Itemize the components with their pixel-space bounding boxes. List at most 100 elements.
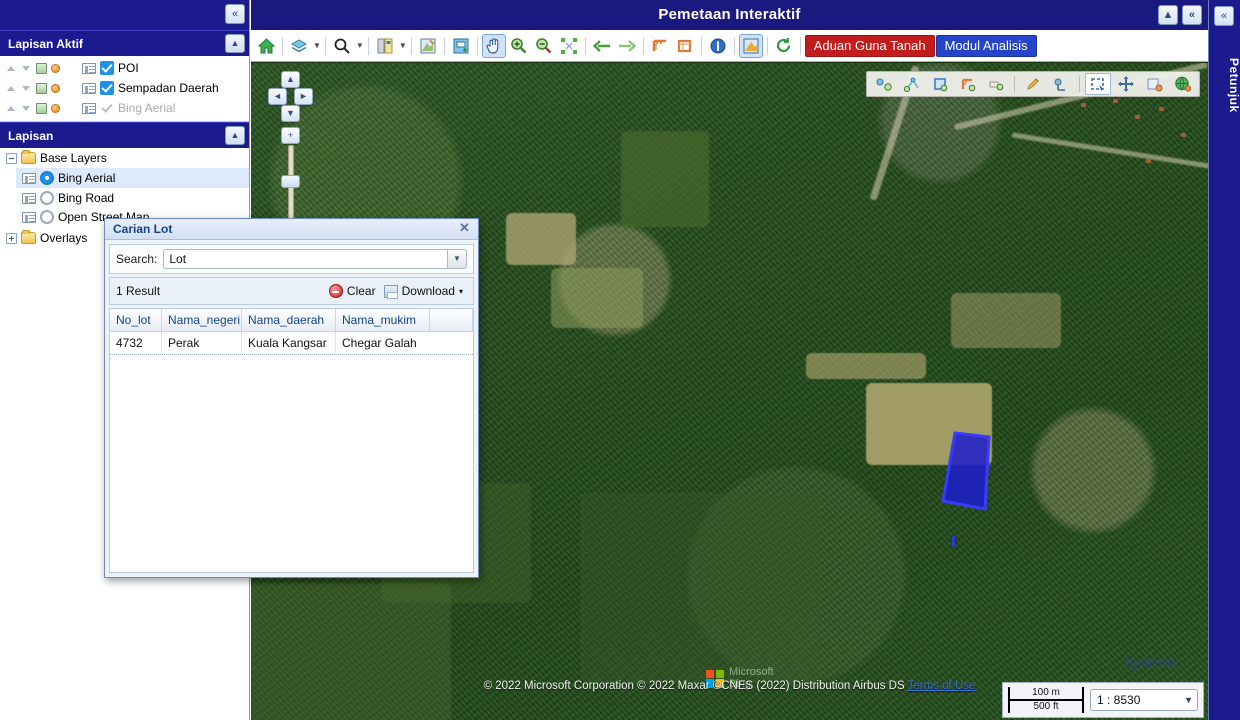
column-header-nama-mukim[interactable]: Nama_mukim	[336, 309, 430, 331]
chevron-down-icon[interactable]: ▼	[1184, 695, 1193, 705]
move-layer-down-icon[interactable]	[21, 63, 32, 74]
layer-attributes-icon[interactable]	[82, 102, 96, 114]
draw-polygon-icon[interactable]	[927, 73, 953, 95]
bookmark-icon[interactable]	[373, 34, 397, 58]
draw-rectangle-icon[interactable]	[955, 73, 981, 95]
base-layer-radio[interactable]	[40, 171, 54, 185]
globe-icon[interactable]	[1169, 73, 1195, 95]
chevron-down-icon[interactable]: ▾	[459, 287, 463, 296]
search-input[interactable]	[163, 249, 447, 269]
tree-node-bing-aerial[interactable]: Bing Aerial	[16, 168, 249, 188]
active-layer-row[interactable]: Bing Aerial	[0, 98, 249, 118]
expand-legend-panel-button[interactable]: «	[1214, 6, 1234, 26]
tree-node-label: Bing Aerial	[58, 171, 116, 185]
layer-visibility-checkbox[interactable]	[100, 101, 114, 115]
zoom-in-button[interactable]: +	[281, 127, 300, 144]
layer-options-icon[interactable]	[51, 63, 60, 73]
collapse-right-panel-button[interactable]: «	[1182, 5, 1202, 25]
active-layer-label: Bing Aerial	[118, 101, 176, 115]
base-layer-radio[interactable]	[40, 191, 54, 205]
expander-plus-icon[interactable]	[6, 232, 17, 244]
layer-style-icon[interactable]	[36, 82, 47, 94]
table-row[interactable]: 4732 Perak Kuala Kangsar Chegar Galah	[110, 332, 473, 355]
move-layer-up-icon[interactable]	[6, 103, 17, 114]
selection-box-icon[interactable]	[1085, 73, 1111, 95]
terms-of-use-link[interactable]: Terms of Use	[908, 680, 976, 692]
legend-icon[interactable]	[416, 34, 440, 58]
active-layer-row[interactable]: POI	[0, 58, 249, 78]
layer-options-icon[interactable]	[51, 83, 60, 93]
pan-left-button[interactable]: ◄	[268, 88, 287, 105]
delete-feature-icon[interactable]	[1141, 73, 1167, 95]
clear-button[interactable]: Clear	[325, 284, 380, 298]
toolbar-separator	[642, 36, 644, 55]
layers-collapse-toggle[interactable]: ▲	[225, 126, 245, 145]
column-header-nama-daerah[interactable]: Nama_daerah	[242, 309, 336, 331]
collapse-left-panel-button[interactable]: «	[225, 4, 245, 24]
move-layer-down-icon[interactable]	[21, 83, 32, 94]
layer-visibility-checkbox[interactable]	[100, 61, 114, 75]
map-panel-toggle[interactable]: ▲	[1158, 5, 1178, 25]
refresh-icon[interactable]	[772, 34, 796, 58]
chevron-down-icon[interactable]: ▼	[447, 249, 467, 269]
move-layer-up-icon[interactable]	[6, 83, 17, 94]
chevron-down-icon[interactable]: ▼	[399, 41, 407, 50]
chevron-down-icon[interactable]: ▼	[313, 41, 321, 50]
print-icon[interactable]	[449, 34, 473, 58]
layer-attributes-icon[interactable]	[82, 62, 96, 74]
layers-icon[interactable]	[287, 34, 311, 58]
close-icon[interactable]: ✕	[457, 221, 472, 236]
draw-freehand-icon[interactable]	[983, 73, 1009, 95]
dialog-title-bar[interactable]: Carian Lot ✕	[105, 219, 478, 240]
layer-visibility-checkbox[interactable]	[100, 81, 114, 95]
layer-style-icon[interactable]	[36, 62, 47, 74]
layer-options-icon[interactable]	[51, 103, 60, 113]
measure-line-icon[interactable]	[648, 34, 672, 58]
info-icon[interactable]	[706, 34, 730, 58]
active-layer-row[interactable]: Sempadan Daerah	[0, 78, 249, 98]
pan-down-button[interactable]: ▼	[281, 105, 300, 122]
draw-line-icon[interactable]	[899, 73, 925, 95]
zoom-in-icon[interactable]	[507, 34, 531, 58]
zoom-out-icon[interactable]	[532, 34, 556, 58]
zoom-slider-handle[interactable]	[281, 175, 300, 188]
active-layers-collapse-toggle[interactable]: ▲	[225, 34, 245, 53]
layer-attributes-icon[interactable]	[22, 192, 36, 204]
nav-back-icon[interactable]	[590, 34, 614, 58]
column-header-no-lot[interactable]: No_lot	[110, 309, 162, 331]
pan-hand-icon[interactable]	[481, 33, 506, 58]
erase-icon[interactable]	[1048, 73, 1074, 95]
tree-node-bing-road[interactable]: Bing Road	[16, 188, 249, 208]
scale-select[interactable]: 1 : 8530 ▼	[1090, 689, 1198, 711]
modul-analisis-button[interactable]: Modul Analisis	[935, 34, 1037, 57]
scale-bar: 100 m 500 ft	[1008, 687, 1084, 713]
column-header-nama-negeri[interactable]: Nama_negeri	[162, 309, 242, 331]
pan-right-button[interactable]: ►	[294, 88, 313, 105]
select-icon[interactable]	[738, 33, 763, 58]
tree-node-base-layers[interactable]: Base Layers	[0, 148, 249, 168]
base-layer-radio[interactable]	[40, 210, 54, 224]
map-building	[1113, 99, 1118, 103]
move-icon[interactable]	[1113, 73, 1139, 95]
pan-up-button[interactable]: ▲	[281, 71, 300, 88]
layer-style-icon[interactable]	[36, 102, 47, 114]
download-button[interactable]: Download ▾	[380, 284, 467, 299]
edit-pencil-icon[interactable]	[1020, 73, 1046, 95]
chevron-down-icon[interactable]: ▼	[356, 41, 364, 50]
move-layer-down-icon[interactable]	[21, 103, 32, 114]
selected-parcel-polygon[interactable]	[941, 431, 999, 511]
aduan-guna-tanah-button[interactable]: Aduan Guna Tanah	[804, 34, 935, 57]
home-icon[interactable]	[254, 34, 278, 58]
zoom-extent-icon[interactable]	[557, 34, 581, 58]
search-icon[interactable]	[330, 34, 354, 58]
draw-point-icon[interactable]	[871, 73, 897, 95]
layer-attributes-icon[interactable]	[82, 82, 96, 94]
nav-forward-icon[interactable]	[615, 34, 639, 58]
expander-minus-icon[interactable]	[6, 152, 17, 164]
toolbar-separator	[700, 36, 702, 55]
move-layer-up-icon[interactable]	[6, 63, 17, 74]
layer-attributes-icon[interactable]	[22, 172, 36, 184]
layer-attributes-icon[interactable]	[22, 211, 36, 223]
poi-marker[interactable]	[951, 535, 956, 548]
measure-area-icon[interactable]	[673, 34, 697, 58]
